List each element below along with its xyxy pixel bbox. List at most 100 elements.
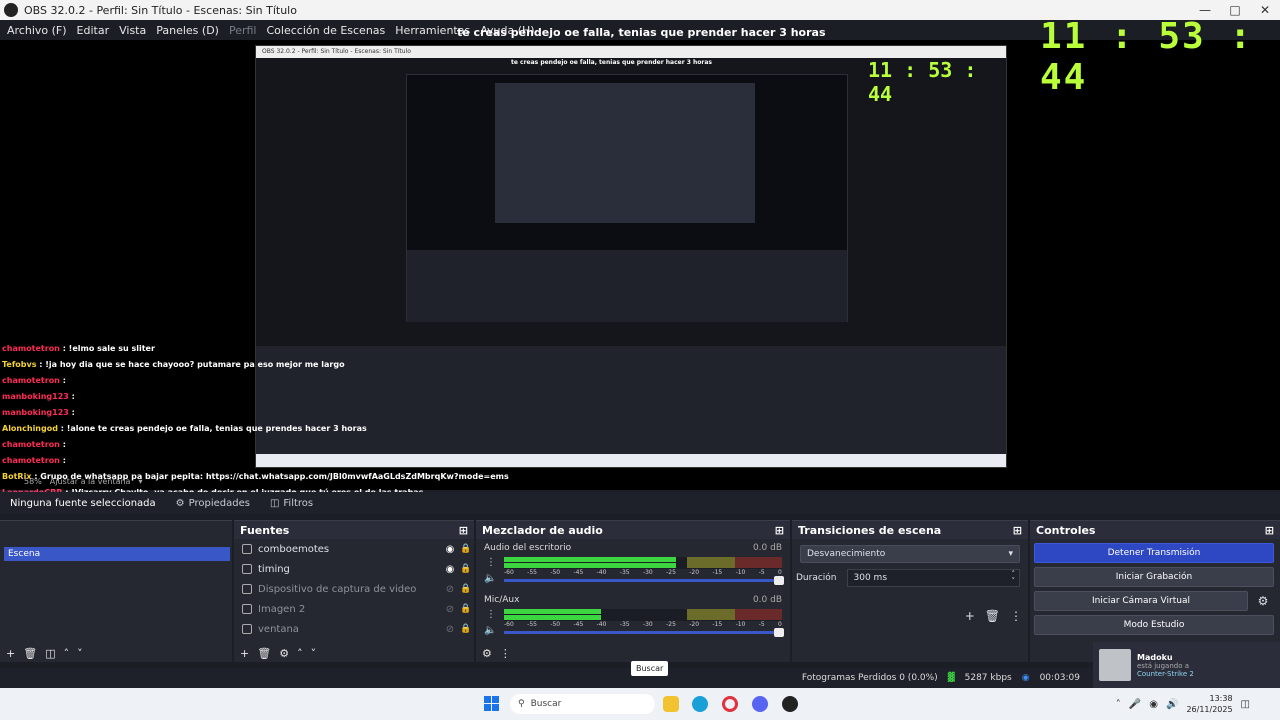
windows-start-icon[interactable]: [484, 696, 499, 711]
preview-canvas[interactable]: te creas pendejo oe falla, tenias que pr…: [0, 16, 1280, 497]
preview-zoom-bar: 58% Ajustar a la ventana ▾: [0, 474, 280, 488]
mic-icon[interactable]: 🎤: [1129, 699, 1141, 710]
menu-archivo[interactable]: Archivo (F): [2, 24, 72, 37]
slider-knob[interactable]: [774, 628, 784, 637]
discord-icon[interactable]: [752, 696, 768, 712]
duration-input[interactable]: 300 ms ˄ ˅: [846, 569, 1020, 587]
add-icon[interactable]: +: [965, 609, 975, 623]
menu-coleccion-escenas[interactable]: Colección de Escenas: [262, 24, 391, 37]
more-icon[interactable]: ⋮: [1010, 609, 1022, 623]
network-icon[interactable]: ◉: [1149, 699, 1158, 710]
lock-icon[interactable]: 🔒: [458, 564, 474, 574]
lock-icon[interactable]: 🔒: [458, 624, 474, 634]
source-row[interactable]: Imagen 2 ⊘ 🔒: [234, 599, 474, 619]
notifications-icon[interactable]: ◫: [1241, 699, 1250, 710]
visibility-eye-icon[interactable]: ⊘: [442, 604, 458, 615]
zoom-label[interactable]: Ajustar a la ventana: [50, 477, 131, 486]
tab-propiedades[interactable]: ⚙ Propiedades: [166, 498, 260, 509]
source-row[interactable]: comboemotes ◉ 🔒: [234, 539, 474, 559]
scale-tick: -5: [758, 569, 765, 576]
add-icon[interactable]: +: [240, 647, 249, 660]
dock-menu-icon[interactable]: ⊞: [1265, 524, 1274, 537]
visibility-eye-icon[interactable]: ⊘: [442, 624, 458, 635]
dock-menu-icon[interactable]: ⊞: [775, 524, 784, 537]
scene-item[interactable]: Escena: [4, 547, 230, 561]
mixer-footer: ⚙ ⋮: [482, 647, 511, 660]
transition-select[interactable]: Desvanecimiento ▾: [800, 545, 1020, 563]
tab-label: Ninguna fuente seleccionada: [10, 497, 156, 509]
friend-notification[interactable]: Madoku está jugando a Counter-Strike 2: [1093, 642, 1280, 688]
trash-icon[interactable]: 🗑: [985, 609, 1000, 623]
chevron-down-icon[interactable]: ˅: [311, 647, 317, 660]
gear-icon[interactable]: ⚙: [279, 647, 289, 660]
volume-slider[interactable]: [504, 628, 784, 637]
chat-user: Tefobvs: [2, 360, 37, 369]
scale-tick: -25: [666, 621, 676, 628]
lock-icon[interactable]: 🔒: [458, 584, 474, 594]
chevron-down-icon[interactable]: ˅: [77, 647, 83, 660]
meter-fill: [504, 609, 602, 614]
speaker-icon[interactable]: 🔈: [484, 573, 496, 584]
start-virtual-cam-button[interactable]: Iniciar Cámara Virtual: [1034, 591, 1248, 611]
chevron-up-icon[interactable]: ˄: [1116, 699, 1121, 710]
visibility-eye-icon[interactable]: ◉: [442, 564, 458, 575]
folder-icon[interactable]: [663, 696, 679, 712]
add-icon[interactable]: +: [6, 647, 15, 660]
volume-slider[interactable]: [504, 576, 784, 585]
menu-paneles[interactable]: Paneles (D): [151, 24, 224, 37]
maximize-button[interactable]: □: [1220, 3, 1250, 17]
visibility-eye-icon[interactable]: ◉: [442, 544, 458, 555]
scale-tick: -30: [642, 569, 653, 576]
trash-icon[interactable]: 🗑: [257, 647, 271, 660]
chevron-up-icon[interactable]: ˄: [64, 647, 70, 660]
menu-editar[interactable]: Editar: [72, 24, 115, 37]
sources-footer: + 🗑 ⚙ ˄ ˅: [240, 647, 316, 660]
dock-menu-icon[interactable]: ⊞: [1013, 524, 1022, 537]
volume-icon[interactable]: 🔊: [1166, 699, 1178, 710]
tab-filtros[interactable]: ◫ Filtros: [260, 498, 323, 509]
notification-text: Madoku está jugando a Counter-Strike 2: [1137, 653, 1194, 678]
taskbar-search[interactable]: ⚲ Buscar: [510, 694, 655, 714]
gear-icon[interactable]: ⚙: [482, 647, 492, 660]
chat-message: :: [71, 408, 75, 417]
spinner-icon[interactable]: ˄ ˅: [1012, 571, 1016, 585]
stop-stream-button[interactable]: Detener Transmisión: [1034, 543, 1274, 563]
gear-icon[interactable]: ⚙: [1252, 591, 1274, 611]
studio-mode-button[interactable]: Modo Estudio: [1034, 615, 1274, 635]
speaker-icon[interactable]: 🔈: [484, 625, 496, 636]
chevron-up-icon[interactable]: ˄: [297, 647, 303, 660]
visibility-eye-icon[interactable]: ⊘: [442, 584, 458, 595]
overlay-message: te creas pendejo oe falla, tenias que pr…: [457, 26, 826, 39]
source-row[interactable]: timing ◉ 🔒: [234, 559, 474, 579]
lock-icon[interactable]: 🔒: [458, 544, 474, 554]
filter-icon[interactable]: ◫: [45, 647, 55, 660]
start-recording-button[interactable]: Iniciar Grabación: [1034, 567, 1274, 587]
menu-vista[interactable]: Vista: [114, 24, 151, 37]
opera-icon[interactable]: [722, 696, 738, 712]
source-row[interactable]: ventana ⊘ 🔒: [234, 619, 474, 639]
obs-icon[interactable]: [782, 696, 798, 712]
filter-icon: ◫: [269, 497, 280, 509]
zoom-value[interactable]: 58%: [24, 477, 42, 486]
channel-db: 0.0 dB: [752, 543, 782, 553]
minimize-button[interactable]: —: [1190, 3, 1220, 17]
signal-icon: ▓: [947, 673, 955, 683]
gear-icon: ⚙: [175, 497, 185, 509]
close-button[interactable]: ✕: [1250, 3, 1280, 17]
taskbar-clock[interactable]: 13:38 26/11/2025: [1186, 693, 1232, 715]
dock-menu-icon[interactable]: ⊞: [459, 524, 468, 537]
scale-tick: -20: [689, 621, 700, 628]
trash-icon[interactable]: 🗑: [23, 647, 37, 660]
notification-game: Counter-Strike 2: [1137, 669, 1194, 678]
notification-line2: está jugando a: [1137, 661, 1190, 670]
edge-icon[interactable]: [692, 696, 708, 712]
source-row[interactable]: Dispositivo de captura de video ⊘ 🔒: [234, 579, 474, 599]
scale-tick: -20: [689, 569, 700, 576]
lock-icon[interactable]: 🔒: [458, 604, 474, 614]
more-icon[interactable]: ⋮: [500, 647, 511, 660]
channel-menu-icon[interactable]: ⋮: [486, 609, 496, 620]
channel-menu-icon[interactable]: ⋮: [486, 557, 496, 568]
slider-knob[interactable]: [774, 576, 784, 585]
menu-perfil[interactable]: Perfil: [224, 24, 262, 37]
chevron-down-icon[interactable]: ▾: [138, 477, 142, 486]
